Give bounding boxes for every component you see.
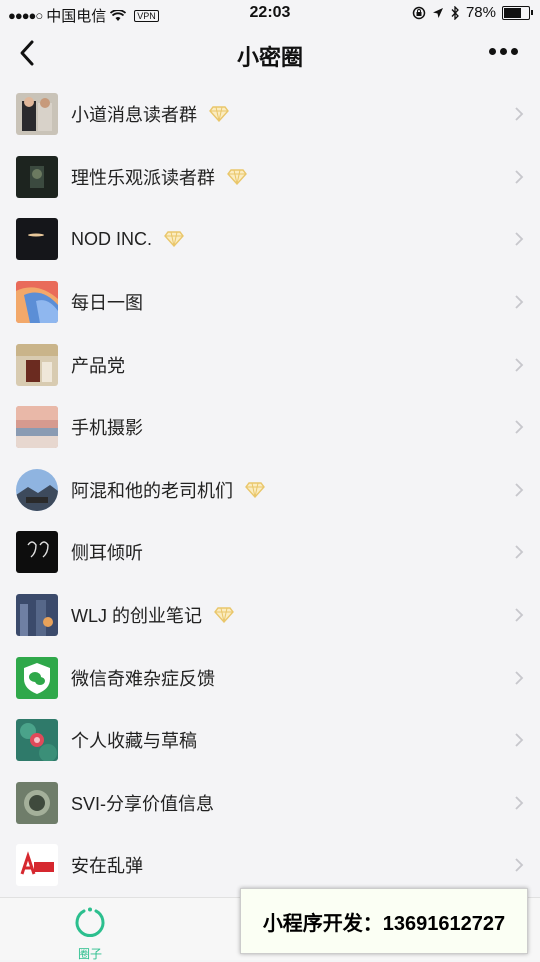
diamond-icon (209, 106, 229, 123)
chevron-right-icon (515, 545, 524, 560)
group-name: 侧耳倾听 (71, 543, 143, 564)
chevron-right-icon (515, 170, 524, 184)
group-name: NOD INC. (71, 228, 152, 249)
diamond-icon (227, 169, 247, 185)
chevron-right-icon (515, 358, 524, 372)
promo-banner: 小程序开发：13691612727 (240, 888, 528, 954)
group-list: 小道消息读者群 理性乐观派读者群 NOD INC. 每日一图 产品党 手机摄影 … (0, 83, 540, 897)
group-name: 阿混和他的老司机们 (71, 480, 233, 501)
page-title: 小密圈 (236, 45, 303, 70)
promo-text: 小程序开发：13691612727 (262, 912, 506, 935)
rotation-lock-icon (412, 6, 426, 19)
group-avatar (16, 656, 58, 699)
group-avatar (16, 406, 58, 449)
group-avatar (16, 281, 58, 324)
circle-tab-icon (75, 907, 105, 938)
chevron-right-icon (515, 483, 524, 497)
group-name: 小道消息读者群 (71, 105, 197, 126)
chevron-right-icon (515, 858, 524, 873)
diamond-icon (245, 482, 265, 498)
list-item[interactable]: 理性乐观派读者群 (0, 146, 540, 209)
list-item[interactable]: 侧耳倾听 (0, 521, 540, 584)
status-right: 78% (412, 4, 533, 21)
group-avatar (16, 155, 58, 198)
list-item[interactable]: WLJ 的创业笔记 (0, 584, 540, 647)
group-avatar (16, 844, 58, 887)
group-name: 产品党 (71, 355, 125, 376)
group-avatar (16, 468, 58, 511)
list-item[interactable]: 小道消息读者群 (0, 83, 540, 146)
group-name: 每日一图 (71, 293, 143, 314)
group-avatar (16, 781, 58, 824)
chevron-right-icon (515, 671, 524, 685)
group-name: SVI-分享价值信息 (71, 793, 215, 814)
list-item[interactable]: 个人收藏与草稿 (0, 709, 540, 772)
chevron-right-icon (515, 232, 524, 247)
list-item[interactable]: SVI-分享价值信息 (0, 772, 540, 835)
chevron-right-icon (515, 107, 524, 121)
chevron-right-icon (515, 796, 524, 810)
chevron-right-icon (515, 733, 524, 747)
chevron-right-icon (515, 608, 524, 622)
diamond-icon (214, 607, 234, 624)
group-avatar (16, 719, 58, 762)
battery-percent: 78% (465, 4, 496, 21)
navigation-bar: 小密圈 (0, 28, 540, 80)
tab-circles[interactable]: 圈子 (30, 906, 150, 962)
group-name: 个人收藏与草稿 (71, 731, 197, 752)
group-name: WLJ 的创业笔记 (71, 606, 203, 627)
group-name: 安在乱弹 (71, 856, 143, 877)
list-item[interactable]: 阿混和他的老司机们 (0, 459, 540, 522)
battery-icon (502, 5, 533, 20)
group-avatar (16, 343, 58, 386)
group-avatar (16, 218, 58, 261)
bluetooth-icon (451, 5, 459, 20)
list-item[interactable]: NOD INC. (0, 208, 540, 271)
list-item[interactable]: 每日一图 (0, 271, 540, 334)
diamond-icon (164, 231, 184, 248)
list-item[interactable]: 手机摄影 (0, 396, 540, 459)
more-options-icon[interactable] (489, 48, 518, 55)
status-bar: ●●●●○ 中国电信 VPN 22:03 78% (0, 0, 540, 28)
chevron-right-icon (515, 295, 524, 309)
location-icon (432, 7, 443, 18)
group-avatar (16, 594, 58, 637)
group-name: 微信奇难杂症反馈 (71, 668, 215, 689)
tab-circles-label: 圈子 (77, 947, 102, 961)
group-name: 理性乐观派读者群 (71, 167, 215, 188)
group-avatar (16, 93, 58, 136)
group-avatar (16, 531, 58, 574)
list-item[interactable]: 微信奇难杂症反馈 (0, 646, 540, 709)
chevron-right-icon (515, 420, 524, 434)
group-name: 手机摄影 (71, 418, 143, 439)
list-item[interactable]: 产品党 (0, 333, 540, 396)
